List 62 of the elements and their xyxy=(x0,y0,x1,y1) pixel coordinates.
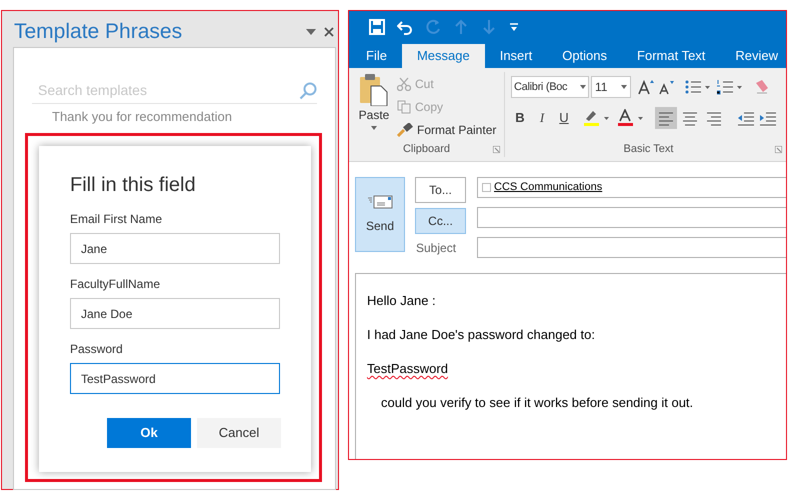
field-label: FacultyFullName xyxy=(70,276,162,292)
input-field[interactable]: Jane Doe xyxy=(70,298,280,329)
template-item[interactable]: Thank you for recommendation xyxy=(32,110,317,124)
font-name-box[interactable]: Calibri (Boc xyxy=(511,76,589,98)
body-text: could you verify to see if it works before sending it out. xyxy=(380,394,694,412)
launcher-icon[interactable] xyxy=(775,146,782,152)
send-button[interactable]: Send xyxy=(355,177,405,252)
ribbon-tab[interactable]: Review xyxy=(720,44,786,68)
input-field[interactable]: TestPassword xyxy=(70,363,280,394)
scissors-icon xyxy=(397,77,411,91)
subject-label: Subject xyxy=(415,240,458,257)
grow-font-icon[interactable] xyxy=(637,79,655,95)
group-label: Basic Text xyxy=(624,142,674,157)
undo-icon[interactable] xyxy=(397,19,413,35)
body-text: TestPassword xyxy=(367,360,448,378)
ribbon-tab[interactable]: Format Text xyxy=(622,44,720,68)
body-text: Hello Jane : xyxy=(367,292,437,310)
to-field[interactable]: CCS Communications xyxy=(477,177,786,198)
copy-icon xyxy=(397,100,411,114)
body-text: I had Jane Doe's password changed to: xyxy=(367,326,596,344)
ok-button[interactable]: Ok xyxy=(107,418,191,448)
text-style-button[interactable]: B xyxy=(511,107,529,129)
recipient-name[interactable]: CCS Communications xyxy=(494,179,602,196)
text-style-button[interactable]: U xyxy=(555,107,573,129)
ribbon-tab[interactable]: File xyxy=(351,44,402,68)
caret-icon xyxy=(621,85,627,89)
caret-icon[interactable] xyxy=(371,126,377,130)
close-icon[interactable] xyxy=(324,27,334,37)
launcher-icon[interactable] xyxy=(493,146,500,152)
input-field[interactable]: Jane xyxy=(70,233,280,264)
font-color-icon[interactable] xyxy=(617,109,645,127)
caret-icon xyxy=(580,85,586,89)
pane-title: Template Phrases xyxy=(14,19,182,46)
bullets-icon[interactable] xyxy=(685,79,711,95)
clipboard-icon[interactable] xyxy=(359,74,389,106)
text-style-button[interactable]: I xyxy=(533,107,551,129)
align-left-button[interactable] xyxy=(655,107,677,129)
shrink-font-icon[interactable] xyxy=(657,79,675,95)
format-painter-button[interactable]: Format Painter xyxy=(397,120,496,140)
ribbon-tab[interactable]: Insert xyxy=(484,44,548,68)
cc-field[interactable] xyxy=(477,207,786,228)
paste-button[interactable]: Paste xyxy=(358,108,390,122)
customize-icon[interactable] xyxy=(509,22,519,32)
envelope-icon xyxy=(367,194,393,208)
recipient-checkbox[interactable] xyxy=(482,183,491,192)
highlighter-icon[interactable] xyxy=(583,109,611,127)
ribbon-tab[interactable]: Options xyxy=(547,44,622,68)
dialog-title: Fill in this field xyxy=(70,173,197,197)
font-size-box[interactable]: 11 xyxy=(591,76,631,98)
subject-field[interactable] xyxy=(477,237,786,258)
brush-icon xyxy=(397,123,413,137)
field-label: Email First Name xyxy=(70,211,164,227)
numbering-icon[interactable] xyxy=(717,79,743,95)
to-button[interactable]: To... xyxy=(415,177,466,203)
cc-button[interactable]: Cc... xyxy=(415,208,466,234)
cancel-button[interactable]: Cancel xyxy=(197,418,281,448)
field-label: Password xyxy=(70,341,124,357)
save-icon[interactable] xyxy=(369,19,385,35)
group-label: Clipboard xyxy=(402,142,450,157)
ribbon-tab[interactable]: Message xyxy=(402,44,485,68)
dropdown-icon[interactable] xyxy=(306,29,316,35)
message-body[interactable]: Hello Jane : I had Jane Doe's password changed to: TestPassword could you verify to see if it works before sending it out. xyxy=(355,273,786,459)
